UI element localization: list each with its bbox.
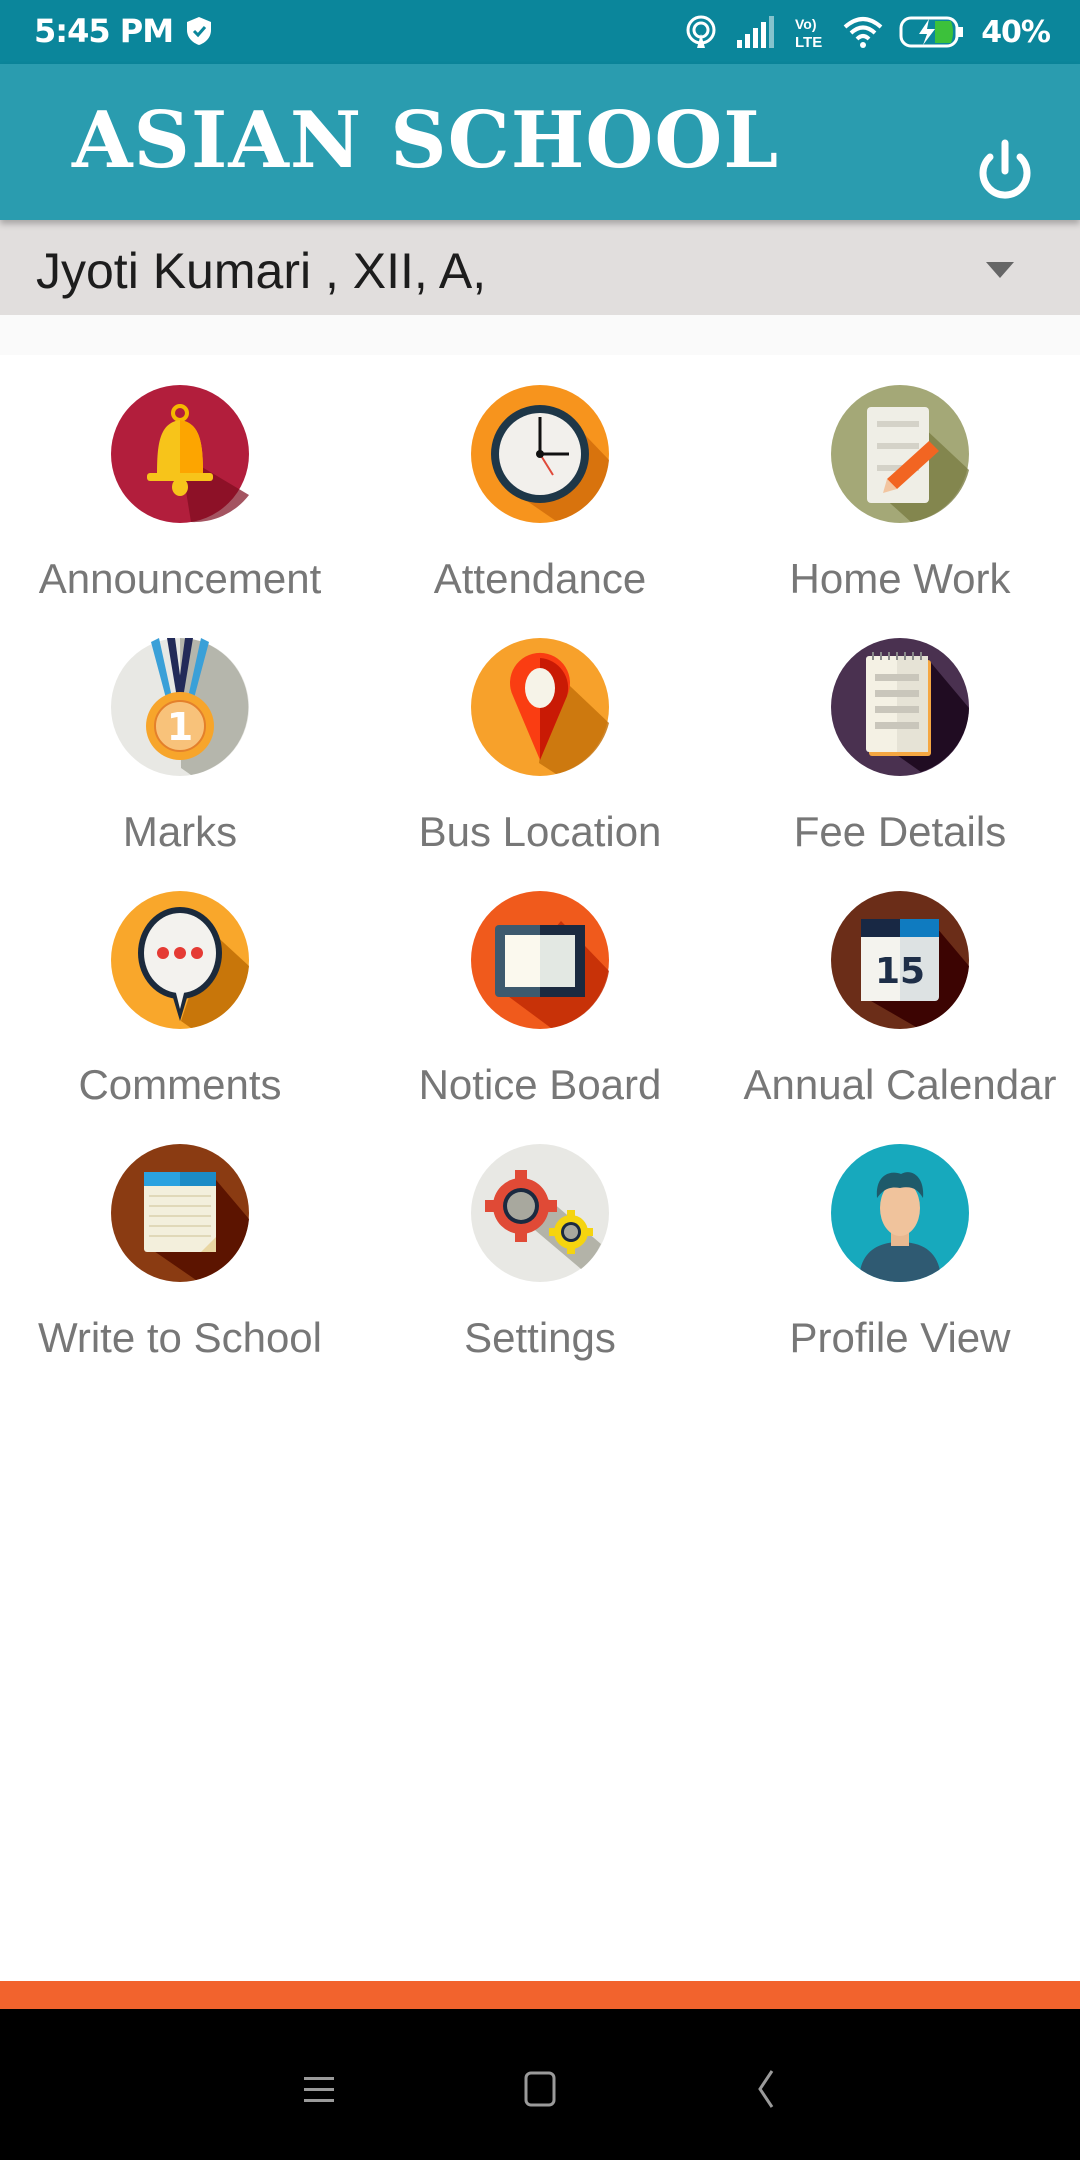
power-icon[interactable] [970, 137, 1040, 207]
menu-item-notice-board[interactable]: Notice Board [360, 861, 720, 1111]
bell-icon [111, 385, 249, 523]
home-icon[interactable] [510, 2059, 570, 2119]
clock-icon [471, 385, 609, 523]
menu-item-bus-location[interactable]: Bus Location [360, 608, 720, 858]
menu-item-label: Profile View [789, 1314, 1011, 1361]
menu-icon[interactable] [288, 2059, 348, 2119]
battery-charging-icon [899, 16, 964, 48]
menu-item-label: Home Work [789, 555, 1011, 602]
app-toolbar: ASIAN SCHOOL [0, 64, 1080, 220]
menu-item-label: Announcement [38, 555, 322, 602]
menu-item-annual-calendar[interactable]: 15 Annual Calendar [720, 861, 1080, 1111]
menu-item-label: Notice Board [418, 1061, 662, 1108]
svg-text:Vo): Vo) [795, 16, 817, 32]
dropdown-caret-icon [986, 262, 1014, 278]
svg-text:15: 15 [875, 951, 925, 992]
system-nav-bar [0, 2009, 1080, 2160]
menu-item-marks[interactable]: 1 Marks [0, 608, 360, 858]
divider-strip [0, 315, 1080, 355]
menu-item-label: Settings [464, 1314, 616, 1361]
student-selector-value: Jyoti Kumari , XII, A, [36, 243, 487, 299]
user-avatar-icon [831, 1144, 969, 1282]
volte-icon: Vo) LTE [795, 16, 822, 50]
menu-item-settings[interactable]: Settings [360, 1114, 720, 1364]
menu-item-announcement[interactable]: Announcement [0, 355, 360, 605]
status-time: 5:45 PM [34, 12, 174, 50]
notepad-icon [831, 638, 969, 776]
battery-percent: 40% [981, 14, 1051, 50]
status-bar: 5:45 PM Vo) LTE 40% [0, 0, 1080, 64]
app-title: ASIAN SCHOOL [72, 95, 780, 186]
student-selector-dropdown[interactable]: Jyoti Kumari , XII, A, [0, 220, 1080, 315]
shield-check-icon [187, 17, 211, 45]
menu-item-label: Attendance [433, 555, 647, 602]
menu-item-write-to-school[interactable]: Write to School [0, 1114, 360, 1364]
accent-bar [0, 1981, 1080, 2009]
menu-item-comments[interactable]: Comments [0, 861, 360, 1111]
note-icon [111, 1144, 249, 1282]
menu-item-label: Marks [122, 808, 238, 855]
menu-item-home-work[interactable]: Home Work [720, 355, 1080, 605]
menu-item-profile-view[interactable]: Profile View [720, 1114, 1080, 1364]
calendar-icon: 15 [831, 891, 969, 1029]
chat-bubble-icon [111, 891, 249, 1029]
back-icon[interactable] [738, 2059, 798, 2119]
menu-item-label: Comments [78, 1061, 282, 1108]
menu-item-label: Annual Calendar [743, 1061, 1057, 1108]
location-pin-icon [471, 638, 609, 776]
svg-text:LTE: LTE [795, 34, 822, 50]
menu-item-fee-details[interactable]: Fee Details [720, 608, 1080, 858]
hotspot-icon [686, 15, 716, 48]
wifi-icon [843, 17, 883, 48]
menu-item-label: Write to School [37, 1314, 322, 1361]
menu-item-label: Bus Location [418, 808, 662, 855]
signal-icon [737, 16, 775, 48]
homework-icon [831, 385, 969, 523]
board-icon [471, 891, 609, 1029]
status-icons: Vo) LTE 40% [683, 12, 1051, 52]
menu-item-label: Fee Details [793, 808, 1007, 855]
gears-icon [471, 1144, 609, 1282]
svg-text:1: 1 [167, 705, 193, 749]
medal-icon: 1 [111, 638, 249, 776]
menu-item-attendance[interactable]: Attendance [360, 355, 720, 605]
